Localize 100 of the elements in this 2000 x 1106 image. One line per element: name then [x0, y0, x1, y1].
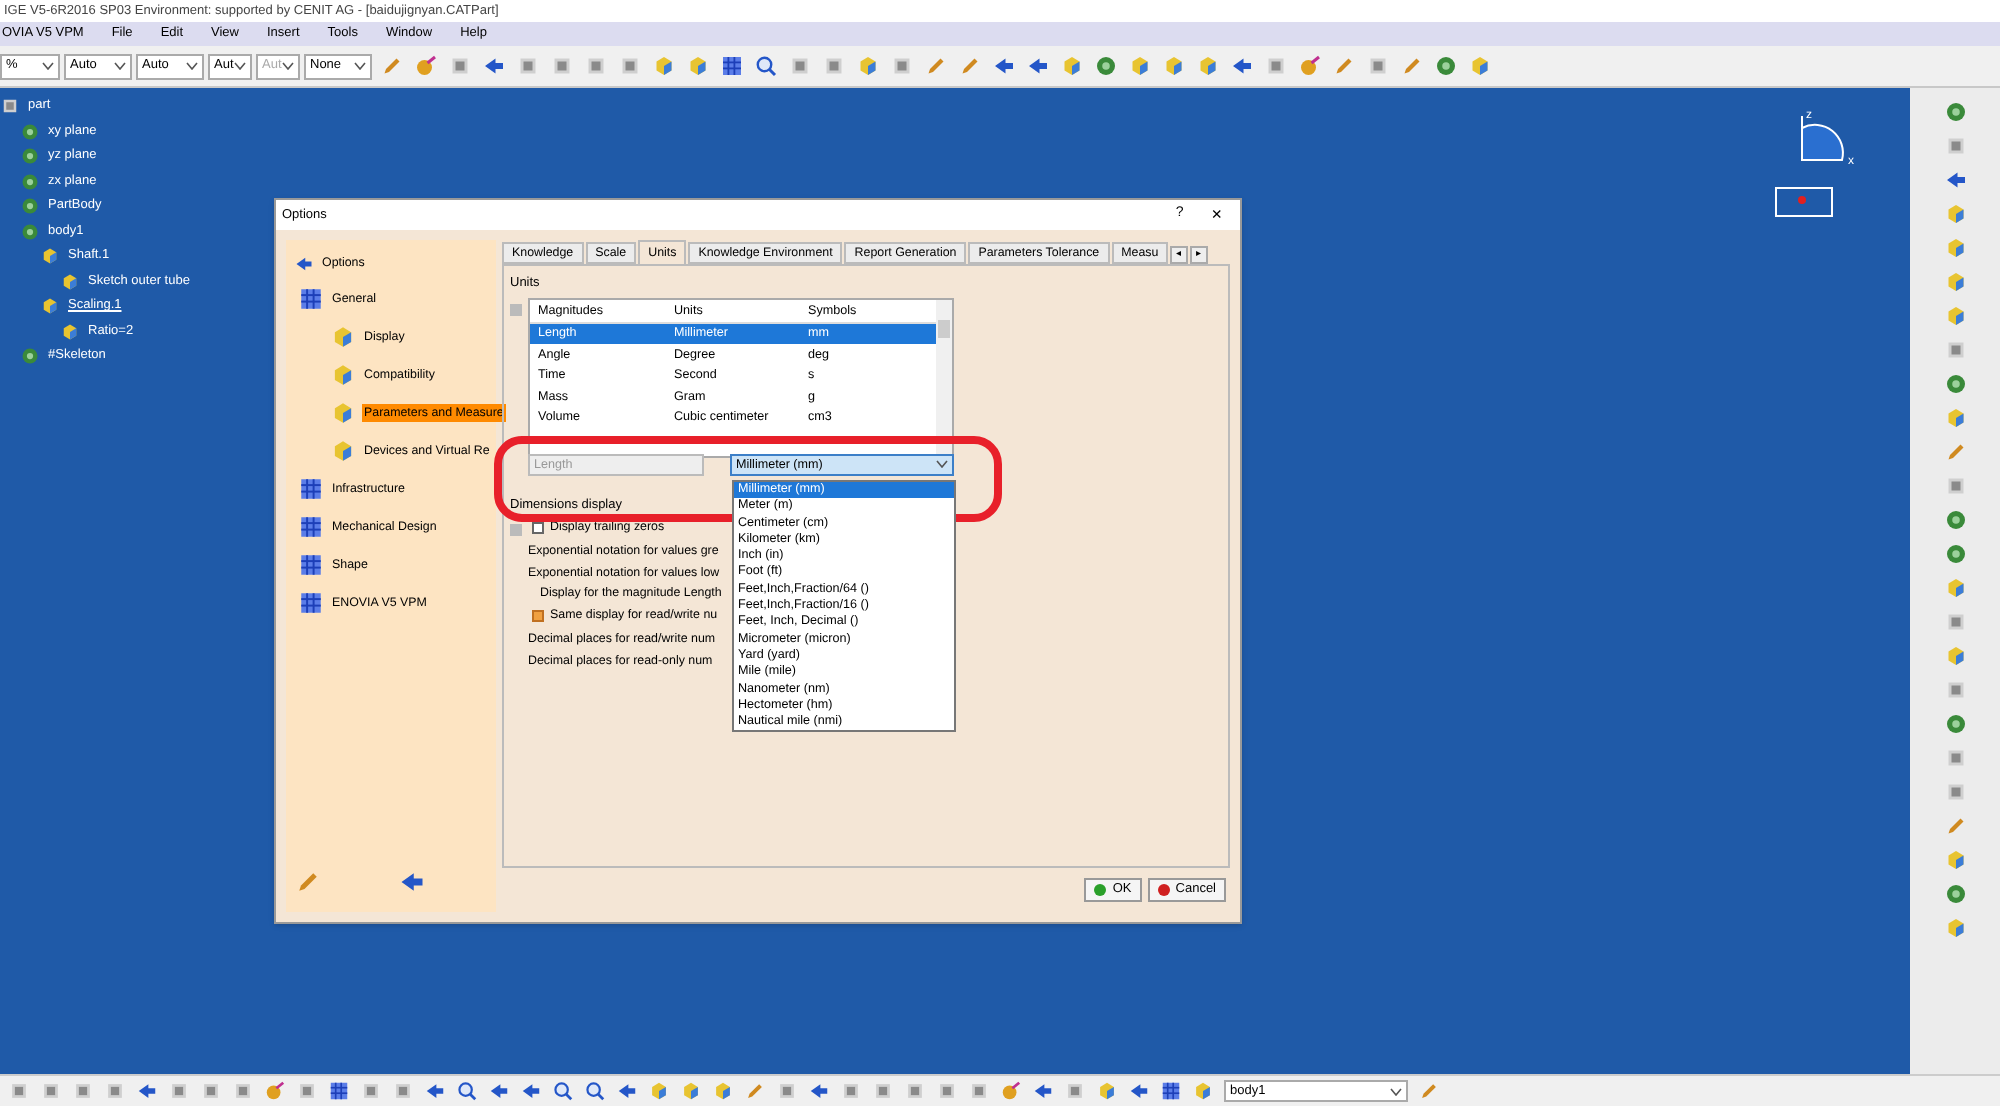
arrow-icon[interactable] — [1943, 168, 1967, 192]
square-icon[interactable] — [200, 1080, 222, 1102]
arrow-icon[interactable] — [1026, 54, 1050, 78]
square-icon[interactable] — [550, 54, 574, 78]
square-icon[interactable] — [448, 54, 472, 78]
square-icon[interactable] — [0, 96, 20, 117]
grid-icon[interactable] — [298, 514, 324, 540]
arrow-icon[interactable] — [424, 1080, 446, 1102]
cube-icon[interactable] — [1196, 54, 1220, 78]
square-icon[interactable] — [1943, 610, 1967, 634]
square-icon[interactable] — [8, 1080, 30, 1102]
square-icon[interactable] — [904, 1080, 926, 1102]
magnifier-icon[interactable] — [754, 54, 778, 78]
square-icon[interactable] — [840, 1080, 862, 1102]
cube-icon[interactable] — [856, 54, 880, 78]
grid-icon[interactable] — [298, 590, 324, 616]
square-icon[interactable] — [890, 54, 914, 78]
arrow-icon[interactable] — [616, 1080, 638, 1102]
cube-icon[interactable] — [330, 400, 356, 426]
cube-icon[interactable] — [330, 362, 356, 388]
cube-icon[interactable] — [1943, 644, 1967, 668]
arrow-icon[interactable] — [808, 1080, 830, 1102]
sphere-icon[interactable] — [1298, 54, 1322, 78]
square-icon[interactable] — [168, 1080, 190, 1102]
cube-icon[interactable] — [712, 1080, 734, 1102]
pencil-icon[interactable] — [744, 1080, 766, 1102]
arrow-icon[interactable] — [398, 868, 426, 896]
square-icon[interactable] — [618, 54, 642, 78]
arrow-icon[interactable] — [1128, 1080, 1150, 1102]
handle-icon[interactable] — [510, 523, 522, 535]
grid-icon[interactable] — [720, 54, 744, 78]
cube-icon[interactable] — [686, 54, 710, 78]
square-icon[interactable] — [788, 54, 812, 78]
square-icon[interactable] — [516, 54, 540, 78]
pencil-icon[interactable] — [924, 54, 948, 78]
square-icon[interactable] — [1943, 678, 1967, 702]
handle-icon[interactable] — [510, 303, 522, 316]
arrow-icon[interactable] — [520, 1080, 542, 1102]
cube-icon[interactable] — [1943, 236, 1967, 260]
grid-icon[interactable] — [1160, 1080, 1182, 1102]
cube-icon[interactable] — [1943, 848, 1967, 872]
cube-icon[interactable] — [1943, 576, 1967, 600]
cube-icon[interactable] — [60, 321, 80, 342]
checkbox[interactable] — [532, 522, 544, 534]
square-icon[interactable] — [360, 1080, 382, 1102]
checkbox[interactable] — [532, 610, 544, 622]
square-icon[interactable] — [822, 54, 846, 78]
cube-icon[interactable] — [1060, 54, 1084, 78]
arrow-icon[interactable] — [1032, 1080, 1054, 1102]
cube-icon[interactable] — [1468, 54, 1492, 78]
square-icon[interactable] — [1064, 1080, 1086, 1102]
square-icon[interactable] — [936, 1080, 958, 1102]
grid-icon[interactable] — [298, 552, 324, 578]
cube-icon[interactable] — [1943, 406, 1967, 430]
square-icon[interactable] — [72, 1080, 94, 1102]
cube-icon[interactable] — [40, 246, 60, 267]
sphere-icon[interactable] — [1000, 1080, 1022, 1102]
cube-icon[interactable] — [1943, 304, 1967, 328]
pencil-icon[interactable] — [1943, 814, 1967, 838]
cube-icon[interactable] — [1192, 1080, 1214, 1102]
arrow-icon[interactable] — [294, 254, 314, 274]
square-icon[interactable] — [104, 1080, 126, 1102]
magnifier-icon[interactable] — [584, 1080, 606, 1102]
square-icon[interactable] — [584, 54, 608, 78]
scrollbar[interactable] — [936, 299, 952, 456]
sphere-icon[interactable] — [264, 1080, 286, 1102]
close-button[interactable]: × — [1211, 204, 1222, 226]
square-icon[interactable] — [1943, 134, 1967, 158]
cube-icon[interactable] — [1943, 202, 1967, 226]
cube-icon[interactable] — [680, 1080, 702, 1102]
cube-icon[interactable] — [1128, 54, 1152, 78]
magnifier-icon[interactable] — [552, 1080, 574, 1102]
arrow-icon[interactable] — [488, 1080, 510, 1102]
square-icon[interactable] — [968, 1080, 990, 1102]
pencil-icon[interactable] — [1400, 54, 1424, 78]
square-icon[interactable] — [1943, 780, 1967, 804]
cube-icon[interactable] — [60, 271, 80, 292]
square-icon[interactable] — [1943, 338, 1967, 362]
arrow-icon[interactable] — [136, 1080, 158, 1102]
cube-icon[interactable] — [40, 296, 60, 317]
cube-icon[interactable] — [1096, 1080, 1118, 1102]
square-icon[interactable] — [776, 1080, 798, 1102]
grid-icon[interactable] — [328, 1080, 350, 1102]
cube-icon[interactable] — [652, 54, 676, 78]
square-icon[interactable] — [872, 1080, 894, 1102]
square-icon[interactable] — [232, 1080, 254, 1102]
grid-icon[interactable] — [298, 476, 324, 502]
cube-icon[interactable] — [1943, 270, 1967, 294]
arrow-icon[interactable] — [1230, 54, 1254, 78]
cube-icon[interactable] — [1943, 916, 1967, 940]
grid-icon[interactable] — [298, 286, 324, 312]
magnifier-icon[interactable] — [456, 1080, 478, 1102]
square-icon[interactable] — [40, 1080, 62, 1102]
square-icon[interactable] — [1264, 54, 1288, 78]
cube-icon[interactable] — [1162, 54, 1186, 78]
square-icon[interactable] — [296, 1080, 318, 1102]
pencil-icon[interactable] — [958, 54, 982, 78]
cube-icon[interactable] — [330, 324, 356, 350]
pencil-icon[interactable] — [380, 54, 404, 78]
arrow-icon[interactable] — [482, 54, 506, 78]
